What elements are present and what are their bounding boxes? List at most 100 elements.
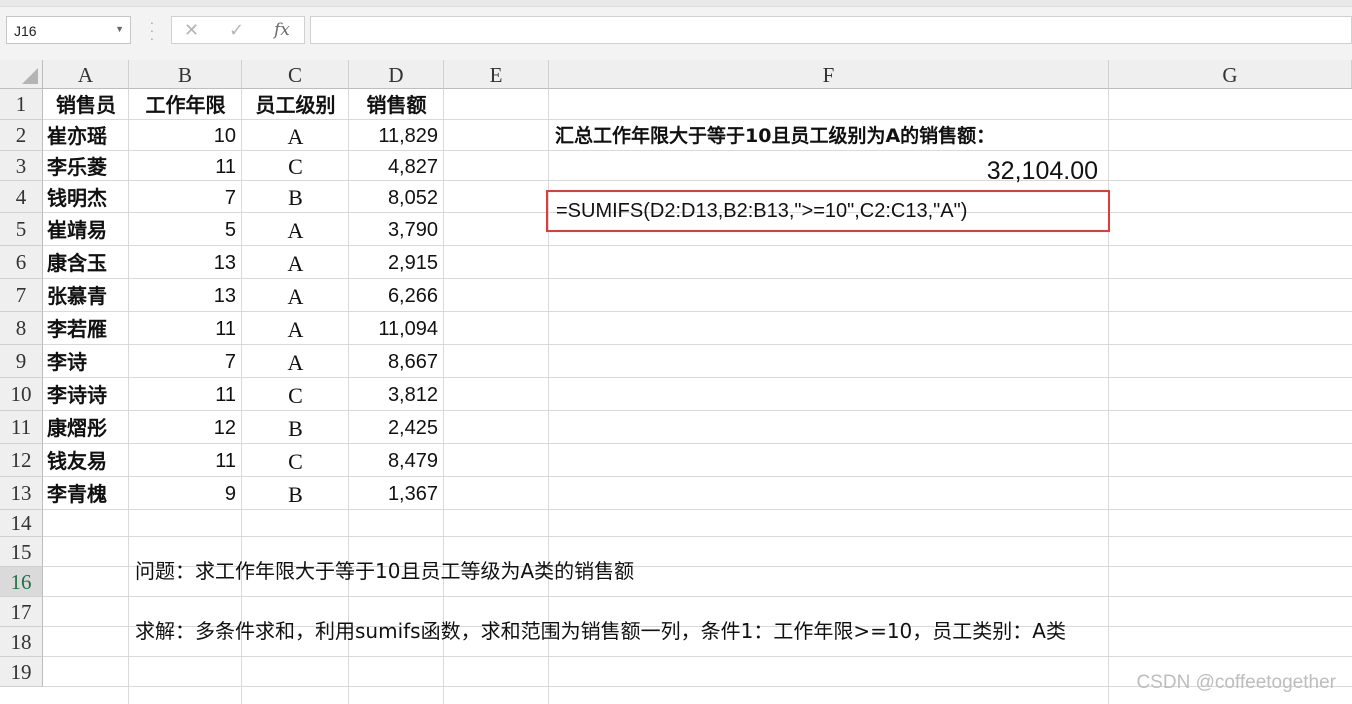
cell-salesperson[interactable]: 张慕青 bbox=[43, 279, 129, 312]
table-header-cell[interactable]: 销售员 bbox=[43, 89, 129, 120]
row-header-3[interactable]: 3 bbox=[0, 151, 43, 181]
column-header-a[interactable]: A bbox=[43, 60, 129, 89]
cell-grade[interactable]: C bbox=[242, 444, 349, 477]
cell-f3-result[interactable]: 32,104.00 bbox=[900, 157, 1098, 186]
drag-handle-icon[interactable]: · · · bbox=[147, 15, 157, 45]
cell-sales[interactable]: 1,367 bbox=[349, 477, 444, 510]
gridline-vertical bbox=[548, 89, 549, 704]
cell-sales[interactable]: 2,425 bbox=[349, 411, 444, 444]
cell-salesperson[interactable]: 崔亦瑶 bbox=[43, 120, 129, 151]
table-header-cell[interactable]: 员工级别 bbox=[242, 89, 349, 120]
row-header-18[interactable]: 18 bbox=[0, 627, 43, 657]
cell-years[interactable]: 11 bbox=[129, 378, 242, 411]
column-header-f[interactable]: F bbox=[549, 60, 1109, 89]
cell-grade[interactable]: A bbox=[242, 246, 349, 279]
watermark: CSDN @coffeetogether bbox=[1136, 672, 1336, 693]
cell-years[interactable]: 11 bbox=[129, 444, 242, 477]
cell-grade[interactable]: A bbox=[242, 312, 349, 345]
row-header-19[interactable]: 19 bbox=[0, 657, 43, 687]
row-header-5[interactable]: 5 bbox=[0, 213, 43, 246]
row-header-7[interactable]: 7 bbox=[0, 279, 43, 312]
cell-sales[interactable]: 8,667 bbox=[349, 345, 444, 378]
cell-b15-question[interactable]: 问题：求工作年限大于等于10且员工等级为A类的销售额 bbox=[129, 555, 634, 584]
cell-salesperson[interactable]: 钱友易 bbox=[43, 444, 129, 477]
cell-years[interactable]: 9 bbox=[129, 477, 242, 510]
cell-f2-summary-label[interactable]: 汇总工作年限大于等于10且员工级别为A的销售额： bbox=[549, 121, 995, 148]
cell-sales[interactable]: 6,266 bbox=[349, 279, 444, 312]
row-header-4[interactable]: 4 bbox=[0, 181, 43, 213]
check-icon[interactable]: ✓ bbox=[229, 20, 244, 41]
cell-grade[interactable]: A bbox=[242, 120, 349, 151]
cell-salesperson[interactable]: 李若雁 bbox=[43, 312, 129, 345]
cell-years[interactable]: 5 bbox=[129, 213, 242, 246]
cell-salesperson[interactable]: 李乐菱 bbox=[43, 151, 129, 181]
cell-years[interactable]: 7 bbox=[129, 345, 242, 378]
cell-sales[interactable]: 3,790 bbox=[349, 213, 444, 246]
fx-icon[interactable]: fx bbox=[274, 20, 290, 40]
cell-years[interactable]: 7 bbox=[129, 181, 242, 213]
table-header-cell[interactable]: 工作年限 bbox=[129, 89, 242, 120]
row-header-9[interactable]: 9 bbox=[0, 345, 43, 378]
cell-years[interactable]: 10 bbox=[129, 120, 242, 151]
column-header-b[interactable]: B bbox=[129, 60, 242, 89]
cell-sales[interactable]: 4,827 bbox=[349, 151, 444, 181]
spreadsheet-grid[interactable]: ABCDEFG 1 2 3 4 5 6 7 8 9 10 11 12 13 14 15 16 17 18 19 销售… bbox=[0, 60, 1352, 704]
cell-years[interactable]: 13 bbox=[129, 279, 242, 312]
gridline-vertical bbox=[1108, 89, 1109, 704]
cell-years[interactable]: 12 bbox=[129, 411, 242, 444]
cell-sales[interactable]: 8,479 bbox=[349, 444, 444, 477]
cell-salesperson[interactable]: 康含玉 bbox=[43, 246, 129, 279]
row-header-10[interactable]: 10 bbox=[0, 378, 43, 411]
cell-years[interactable]: 11 bbox=[129, 312, 242, 345]
row-header-14[interactable]: 14 bbox=[0, 510, 43, 537]
gridline-horizontal bbox=[43, 596, 1352, 597]
row-header-12[interactable]: 12 bbox=[0, 444, 43, 477]
name-box[interactable]: J16 ▼ bbox=[6, 16, 131, 44]
gridline-horizontal bbox=[43, 536, 1352, 537]
cell-salesperson[interactable]: 崔靖易 bbox=[43, 213, 129, 246]
cell-salesperson[interactable]: 钱明杰 bbox=[43, 181, 129, 213]
cell-salesperson[interactable]: 康熠彤 bbox=[43, 411, 129, 444]
cell-grade[interactable]: A bbox=[242, 279, 349, 312]
cell-years[interactable]: 13 bbox=[129, 246, 242, 279]
cell-grade[interactable]: B bbox=[242, 411, 349, 444]
cell-grade[interactable]: C bbox=[242, 378, 349, 411]
row-header-15[interactable]: 15 bbox=[0, 537, 43, 567]
row-header-8[interactable]: 8 bbox=[0, 312, 43, 345]
row-header-16[interactable]: 16 bbox=[0, 567, 43, 597]
cell-salesperson[interactable]: 李诗 bbox=[43, 345, 129, 378]
name-box-value: J16 bbox=[14, 23, 37, 39]
row-header-2[interactable]: 2 bbox=[0, 120, 43, 151]
chevron-down-icon[interactable]: ▼ bbox=[115, 24, 124, 34]
cell-salesperson[interactable]: 李诗诗 bbox=[43, 378, 129, 411]
cancel-icon[interactable]: ✕ bbox=[184, 20, 199, 41]
cell-sales[interactable]: 11,829 bbox=[349, 120, 444, 151]
cell-sales[interactable]: 3,812 bbox=[349, 378, 444, 411]
formula-buttons: ✕ ✓ fx bbox=[171, 16, 305, 44]
cell-salesperson[interactable]: 李青槐 bbox=[43, 477, 129, 510]
cell-sales[interactable]: 2,915 bbox=[349, 246, 444, 279]
cell-sales[interactable]: 11,094 bbox=[349, 312, 444, 345]
cell-sales[interactable]: 8,052 bbox=[349, 181, 444, 213]
cell-f4-formula-text[interactable]: =SUMIFS(D2:D13,B2:B13,">=10",C2:C13,"A") bbox=[556, 200, 967, 223]
select-all-button[interactable] bbox=[0, 60, 43, 89]
column-header-g[interactable]: G bbox=[1109, 60, 1352, 89]
formula-toolbar: J16 ▼ · · · ✕ ✓ fx bbox=[0, 0, 1352, 60]
row-header-17[interactable]: 17 bbox=[0, 597, 43, 627]
formula-input[interactable] bbox=[310, 16, 1352, 44]
cell-years[interactable]: 11 bbox=[129, 151, 242, 181]
cell-grade[interactable]: B bbox=[242, 181, 349, 213]
row-header-11[interactable]: 11 bbox=[0, 411, 43, 444]
cell-grade[interactable]: B bbox=[242, 477, 349, 510]
cell-grade[interactable]: A bbox=[242, 213, 349, 246]
column-header-c[interactable]: C bbox=[242, 60, 349, 89]
column-header-e[interactable]: E bbox=[444, 60, 549, 89]
row-header-13[interactable]: 13 bbox=[0, 477, 43, 510]
cell-grade[interactable]: A bbox=[242, 345, 349, 378]
table-header-cell[interactable]: 销售额 bbox=[349, 89, 444, 120]
row-header-6[interactable]: 6 bbox=[0, 246, 43, 279]
cell-b17-solution[interactable]: 求解：多条件求和，利用sumifs函数，求和范围为销售额一列，条件1：工作年限>… bbox=[129, 615, 1066, 644]
row-header-1[interactable]: 1 bbox=[0, 89, 43, 120]
column-header-d[interactable]: D bbox=[349, 60, 444, 89]
cell-grade[interactable]: C bbox=[242, 151, 349, 181]
